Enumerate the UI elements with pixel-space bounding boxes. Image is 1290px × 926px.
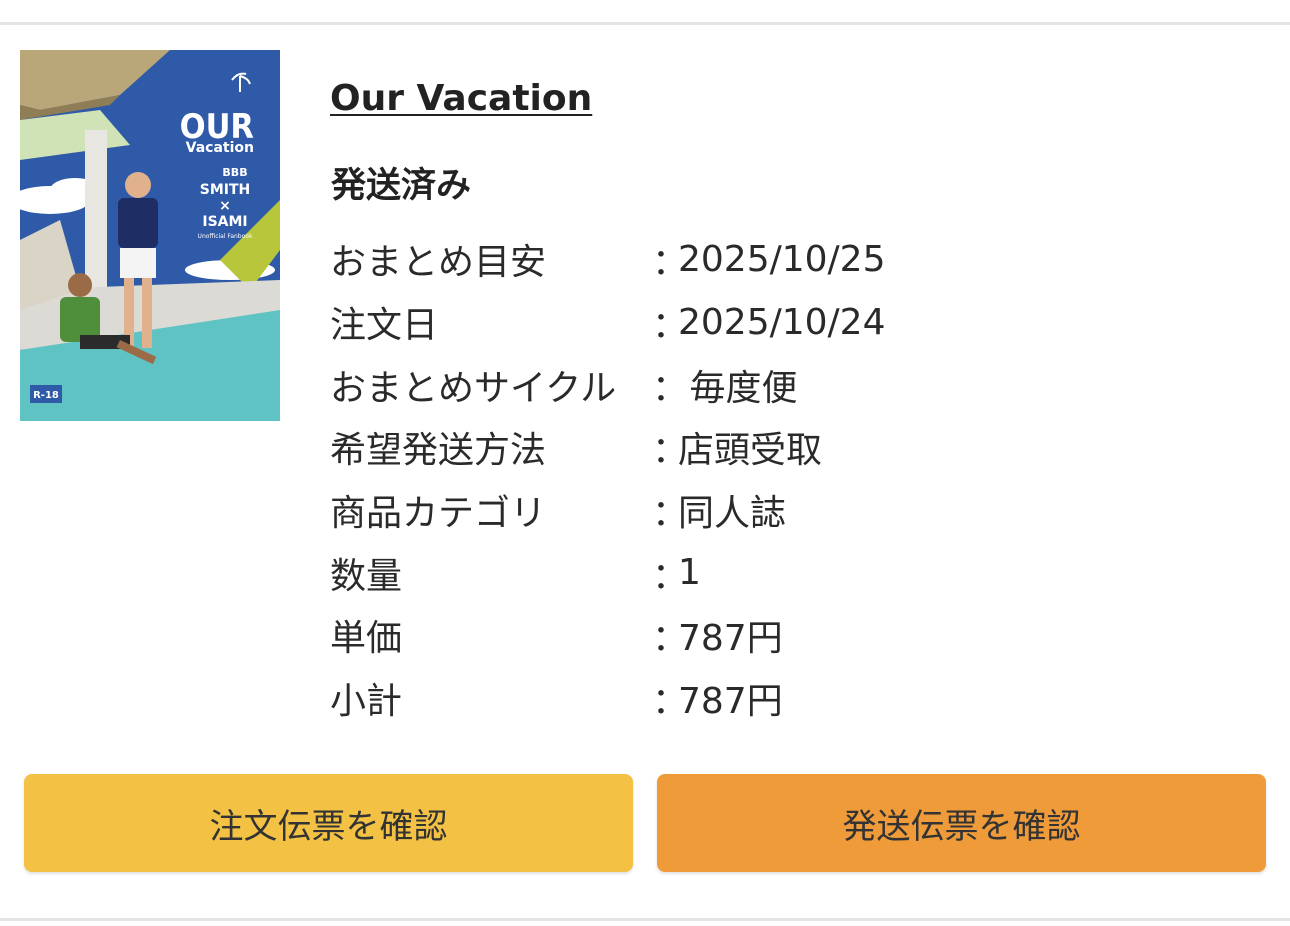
- detail-label: 数量: [330, 555, 403, 597]
- detail-label: 注文日: [330, 305, 439, 347]
- detail-colon: ：: [652, 367, 689, 409]
- detail-row-bundle-cycle: おまとめサイクル ： 毎度便: [330, 353, 1030, 416]
- detail-label: 商品カテゴリ: [330, 493, 547, 535]
- detail-label: おまとめ目安: [330, 242, 547, 284]
- cover-brand-sub: Vacation: [186, 140, 254, 156]
- product-cover-image[interactable]: OUR Vacation BBB SMITH × ISAMI Unofficia…: [20, 50, 280, 421]
- cover-name-1: BBB: [222, 166, 247, 179]
- cover-illustration: OUR Vacation BBB SMITH × ISAMI Unofficia…: [20, 50, 280, 421]
- bottom-divider: [0, 918, 1290, 921]
- cover-name-2: SMITH: [200, 182, 251, 198]
- detail-value: 2025/10/25: [678, 238, 886, 280]
- detail-value: 787円: [678, 681, 783, 723]
- detail-value: 同人誌: [678, 493, 787, 535]
- detail-label: 単価: [330, 618, 403, 660]
- cover-rating: R-18: [33, 390, 59, 401]
- detail-colon: ：: [652, 618, 689, 660]
- cover-subtitle: Unofficial Fanbook: [198, 233, 253, 240]
- order-details: おまとめ目安 ： 2025/10/25 注文日 ： 2025/10/24 おまと…: [330, 228, 1030, 730]
- top-divider: [0, 22, 1290, 25]
- detail-value: 787円: [678, 618, 783, 660]
- detail-colon: ：: [652, 430, 689, 472]
- detail-value: 1: [678, 552, 701, 594]
- detail-row-category: 商品カテゴリ ： 同人誌: [330, 479, 1030, 542]
- detail-colon: ：: [652, 493, 689, 535]
- detail-colon: ：: [652, 681, 689, 723]
- cover-name-4: ISAMI: [202, 214, 247, 230]
- detail-colon: ：: [652, 242, 689, 284]
- detail-colon: ：: [652, 555, 689, 597]
- detail-label: おまとめサイクル: [330, 367, 617, 409]
- cover-name-3: ×: [219, 198, 231, 214]
- view-order-slip-button[interactable]: 注文伝票を確認: [24, 774, 633, 872]
- detail-row-bundle-date: おまとめ目安 ： 2025/10/25: [330, 228, 1030, 291]
- detail-row-quantity: 数量 ： 1: [330, 541, 1030, 604]
- detail-colon: ：: [652, 305, 689, 347]
- detail-value: 2025/10/24: [678, 301, 886, 343]
- detail-value: 毎度便: [678, 367, 798, 409]
- detail-row-subtotal: 小計 ： 787円: [330, 667, 1030, 730]
- detail-label: 小計: [330, 681, 403, 723]
- detail-row-shipping-method: 希望発送方法 ： 店頭受取: [330, 416, 1030, 479]
- shipping-status: 発送済み: [331, 166, 472, 206]
- detail-value: 店頭受取: [678, 430, 823, 472]
- product-title-link[interactable]: Our Vacation: [330, 78, 592, 119]
- detail-label: 希望発送方法: [330, 430, 547, 472]
- detail-row-order-date: 注文日 ： 2025/10/24: [330, 291, 1030, 354]
- view-shipping-slip-button[interactable]: 発送伝票を確認: [657, 774, 1266, 872]
- detail-row-unit-price: 単価 ： 787円: [330, 604, 1030, 667]
